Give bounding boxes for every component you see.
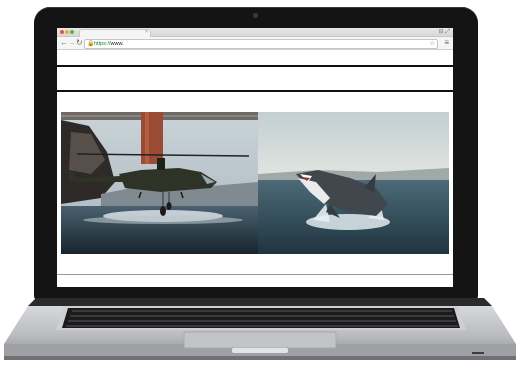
laptop-base xyxy=(4,298,516,360)
